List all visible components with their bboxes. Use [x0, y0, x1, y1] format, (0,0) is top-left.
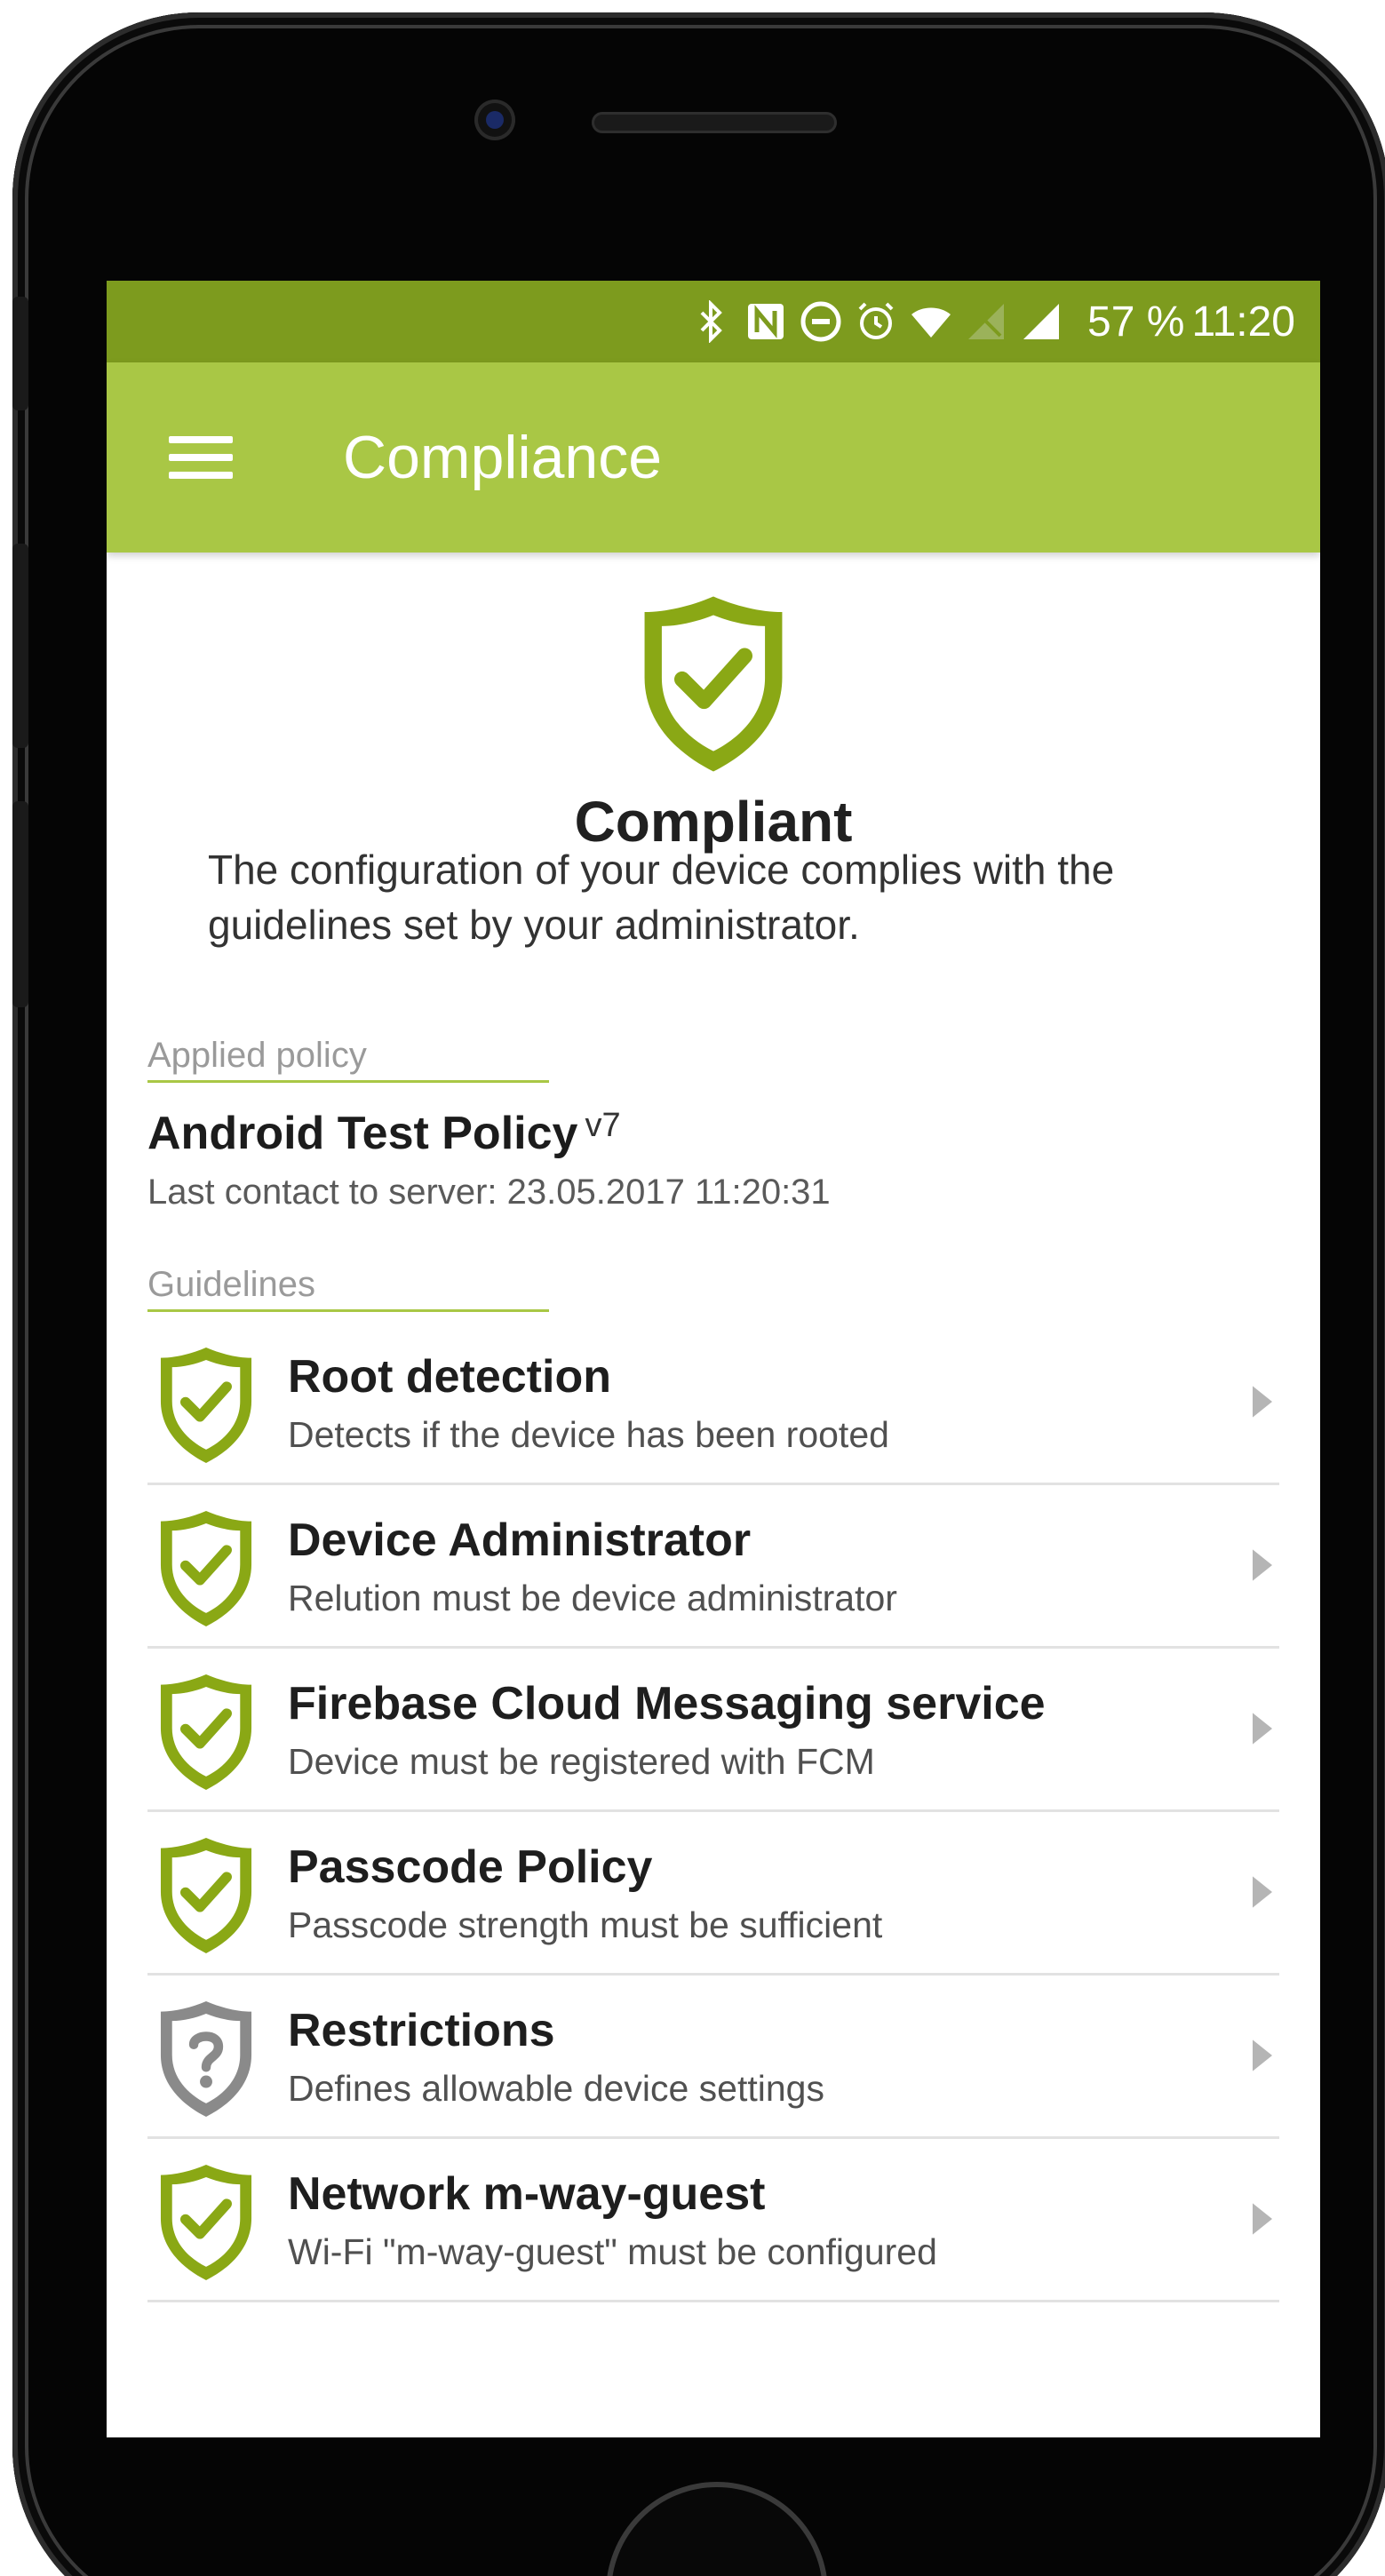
shield-check-icon [644, 596, 783, 772]
guideline-title: Restrictions [288, 2005, 555, 2056]
guidelines-label: Guidelines [147, 1265, 316, 1304]
guideline-title: Device Administrator [288, 1515, 752, 1566]
guideline-passcode-policy[interactable]: Passcode Policy Passcode strength must b… [147, 1812, 1279, 1976]
chevron-right-icon [1253, 1549, 1272, 1581]
app-title: Compliance [343, 424, 663, 491]
policy-name-text: Android Test Policy [147, 1108, 578, 1159]
guideline-network-m-way-guest[interactable]: Network m-way-guest Wi-Fi "m-way-guest" … [147, 2139, 1279, 2302]
policy-name: Android Test Policy v7 [147, 1107, 621, 1160]
guideline-title: Network m-way-guest [288, 2168, 766, 2220]
battery-percent: 57 % [1087, 298, 1185, 346]
chevron-right-icon [1253, 1386, 1272, 1418]
nfc-icon [748, 304, 784, 339]
guideline-title: Firebase Cloud Messaging service [288, 1678, 1046, 1729]
shield-question-icon [160, 2001, 252, 2117]
shield-check-icon [160, 1838, 252, 1953]
guideline-title: Root detection [288, 1351, 611, 1403]
guideline-description: Passcode strength must be sufficient [288, 1904, 883, 1945]
mute-switch [12, 297, 28, 410]
applied-policy-label: Applied policy [147, 1036, 367, 1075]
app-bar: Compliance [107, 362, 1320, 553]
compliance-status: Compliant [107, 590, 1320, 855]
guideline-root-detection[interactable]: Root detection Detects if the device has… [147, 1322, 1279, 1485]
android-status-bar: 57 % 11:20 [107, 281, 1320, 362]
hamburger-menu-icon[interactable] [169, 431, 233, 484]
cell-signal-icon [1023, 304, 1060, 339]
phone-frame: 57 % 11:20 Compliance Compliant The conf… [12, 12, 1385, 2576]
device-screen: 57 % 11:20 Compliance Compliant The conf… [107, 281, 1320, 2437]
guideline-description: Device must be registered with FCM [288, 1741, 875, 1782]
chevron-right-icon [1253, 1876, 1272, 1908]
status-description: The configuration of your device complie… [208, 847, 1115, 948]
guideline-description: Defines allowable device settings [288, 2068, 824, 2109]
guideline-fcm-service[interactable]: Firebase Cloud Messaging service Device … [147, 1649, 1279, 1812]
guidelines-list: Root detection Detects if the device has… [147, 1322, 1279, 2302]
guideline-description: Wi-Fi "m-way-guest" must be configured [288, 2231, 937, 2272]
chevron-right-icon [1253, 2203, 1272, 2235]
bluetooth-icon [700, 300, 722, 343]
shield-check-icon [160, 1674, 252, 1790]
clock: 11:20 [1191, 298, 1295, 346]
volume-up-button [12, 544, 28, 748]
shield-check-icon [160, 2165, 252, 2280]
shield-check-icon [160, 1511, 252, 1626]
alarm-icon [858, 302, 894, 339]
home-button[interactable] [606, 2482, 828, 2576]
shield-check-icon [160, 1348, 252, 1463]
guideline-title: Passcode Policy [288, 1841, 653, 1893]
guideline-description: Relution must be device administrator [288, 1578, 897, 1618]
volume-down-button [12, 801, 28, 1007]
status-icons [689, 300, 1063, 343]
chevron-right-icon [1253, 2039, 1272, 2071]
do-not-disturb-icon [800, 301, 841, 342]
guideline-restrictions[interactable]: Restrictions Defines allowable device se… [147, 1976, 1279, 2139]
policy-version: v7 [585, 1107, 621, 1144]
chevron-right-icon [1253, 1713, 1272, 1745]
guideline-description: Detects if the device has been rooted [288, 1414, 889, 1455]
wifi-icon [911, 307, 951, 338]
applied-policy-divider [147, 1080, 549, 1083]
guideline-device-administrator[interactable]: Device Administrator Relution must be de… [147, 1485, 1279, 1649]
earpiece-speaker [592, 112, 837, 133]
front-camera [474, 99, 515, 140]
last-contact-text: Last contact to server: 23.05.2017 11:20… [147, 1173, 831, 1212]
no-sim-icon [968, 304, 1005, 339]
guidelines-divider [147, 1309, 549, 1312]
